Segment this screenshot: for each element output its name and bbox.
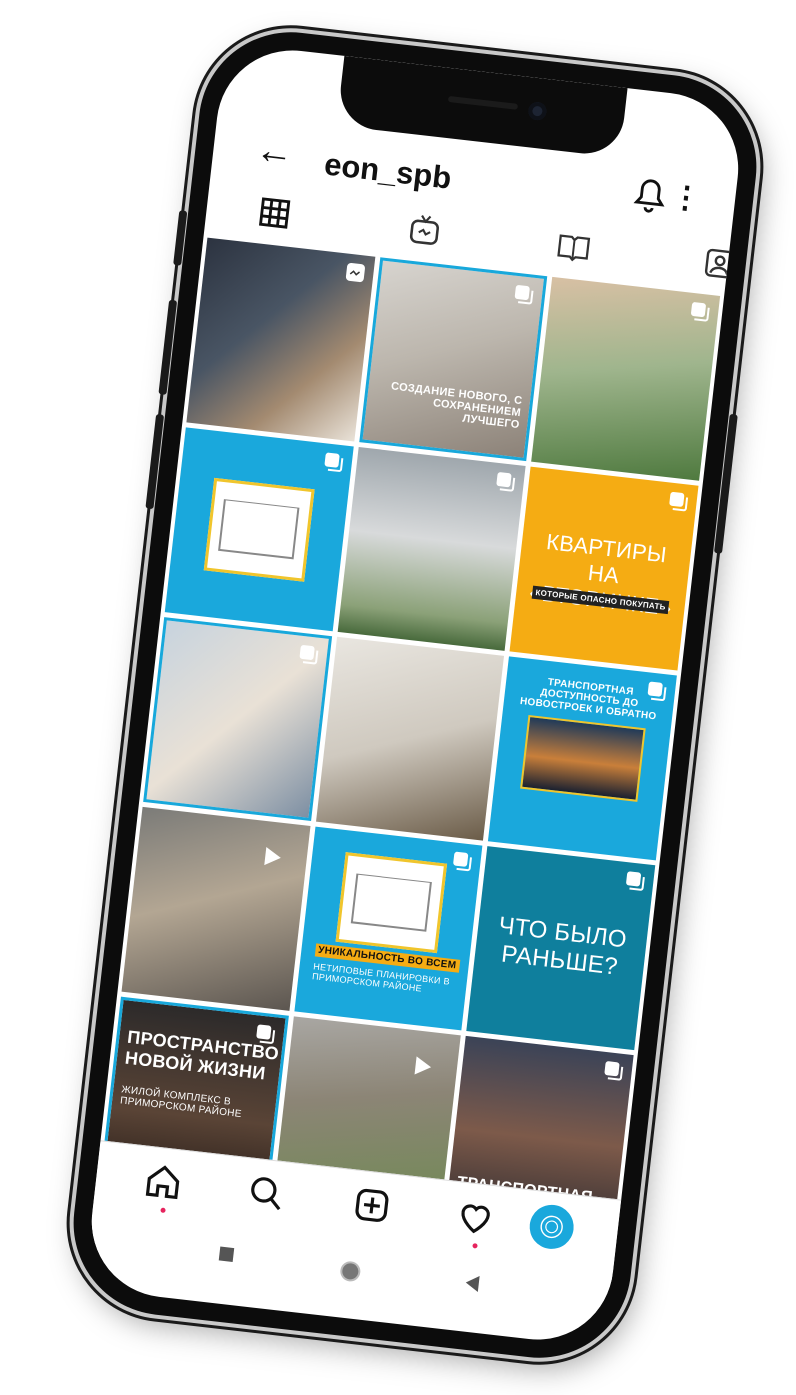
add-post-icon	[355, 1188, 389, 1222]
guide-icon	[557, 234, 591, 262]
post-tile[interactable]	[531, 276, 721, 481]
floor-plan-image	[203, 477, 315, 582]
post-tile[interactable]	[186, 237, 376, 442]
post-caption: ЧТО БЫЛО РАНЬШЕ?	[497, 912, 629, 981]
tab-igtv[interactable]	[398, 204, 451, 257]
bell-icon[interactable]	[631, 176, 669, 218]
grid-icon	[258, 197, 291, 229]
phone-mockup: ← eon_spb ⋮ СОЗДАНИЕ НОВОГО, С СОХРАНЕНИ…	[63, 22, 767, 1368]
reel-icon	[344, 261, 366, 283]
back-triangle-icon[interactable]	[463, 1273, 482, 1298]
profile-avatar[interactable]	[527, 1202, 577, 1252]
tab-guides[interactable]	[547, 221, 600, 274]
video-play-icon	[408, 1052, 437, 1081]
search-icon	[251, 1177, 281, 1211]
carousel-icon	[254, 1023, 276, 1045]
carousel-icon	[297, 644, 319, 666]
notification-dot	[472, 1243, 478, 1249]
city-photo	[519, 714, 646, 803]
heart-icon	[461, 1204, 490, 1234]
carousel-icon	[624, 870, 646, 892]
speaker	[447, 95, 518, 110]
tab-grid[interactable]	[248, 186, 301, 239]
post-tile[interactable]: КВАРТИРЫ НА «ВТОРИЧКЕ»КОТОРЫЕ ОПАСНО ПОК…	[509, 466, 699, 671]
more-vertical-icon[interactable]: ⋮	[669, 180, 703, 216]
posts-grid: СОЗДАНИЕ НОВОГО, С СОХРАНЕНИЕМ ЛУЧШЕГО КВ…	[96, 237, 724, 1240]
carousel-icon	[495, 471, 517, 493]
notification-dot	[160, 1207, 166, 1214]
post-tile[interactable]: СОЗДАНИЕ НОВОГО, С СОХРАНЕНИЕМ ЛУЧШЕГО	[358, 257, 548, 462]
home-circle-icon[interactable]	[338, 1259, 363, 1288]
nav-search[interactable]	[245, 1172, 294, 1221]
post-caption: ПРОСТРАНСТВО НОВОЙ ЖИЗНИ	[123, 1026, 281, 1084]
carousel-icon	[322, 451, 344, 473]
video-play-icon	[257, 842, 286, 871]
post-caption: СОЗДАНИЕ НОВОГО, С СОХРАНЕНИЕМ ЛУЧШЕГО	[390, 380, 523, 432]
logo-emblem-icon	[540, 1215, 563, 1239]
home-icon	[145, 1165, 180, 1200]
post-subcaption: ЖИЛОЙ КОМПЛЕКС В ПРИМОРСКОМ РАЙОНЕ	[119, 1084, 243, 1121]
profile-username: eon_spb	[322, 146, 454, 196]
nav-add-post[interactable]	[350, 1184, 399, 1233]
stage: ← eon_spb ⋮ СОЗДАНИЕ НОВОГО, С СОХРАНЕНИ…	[0, 0, 796, 1395]
post-tile[interactable]	[164, 427, 354, 632]
carousel-icon	[646, 680, 668, 702]
carousel-icon	[513, 284, 535, 306]
carousel-icon	[603, 1060, 625, 1082]
front-camera	[527, 101, 548, 122]
carousel-icon	[668, 491, 690, 513]
post-tile[interactable]: УНИКАЛЬНОСТЬ ВО ВСЕМ НЕТИПОВЫЕ ПЛАНИРОВКИ…	[294, 826, 483, 1031]
post-tile[interactable]: ЧТО БЫЛО РАНЬШЕ?	[466, 846, 656, 1051]
nav-activity[interactable]	[454, 1196, 503, 1249]
post-tile[interactable]: ТРАНСПОРТНАЯ ДОСТУПНОСТЬ ДО НОВОСТРОЕК И…	[488, 656, 677, 861]
carousel-icon	[452, 850, 474, 872]
igtv-icon	[409, 215, 439, 245]
arrow-left-icon[interactable]: ←	[253, 129, 296, 175]
carousel-icon	[689, 301, 711, 323]
post-tile[interactable]	[315, 636, 505, 841]
post-tile[interactable]	[121, 806, 311, 1011]
nav-home[interactable]	[142, 1161, 191, 1214]
recents-icon[interactable]	[217, 1245, 235, 1268]
floor-plan-image	[336, 852, 447, 953]
post-tile[interactable]	[143, 617, 332, 822]
post-tile[interactable]	[337, 446, 526, 651]
